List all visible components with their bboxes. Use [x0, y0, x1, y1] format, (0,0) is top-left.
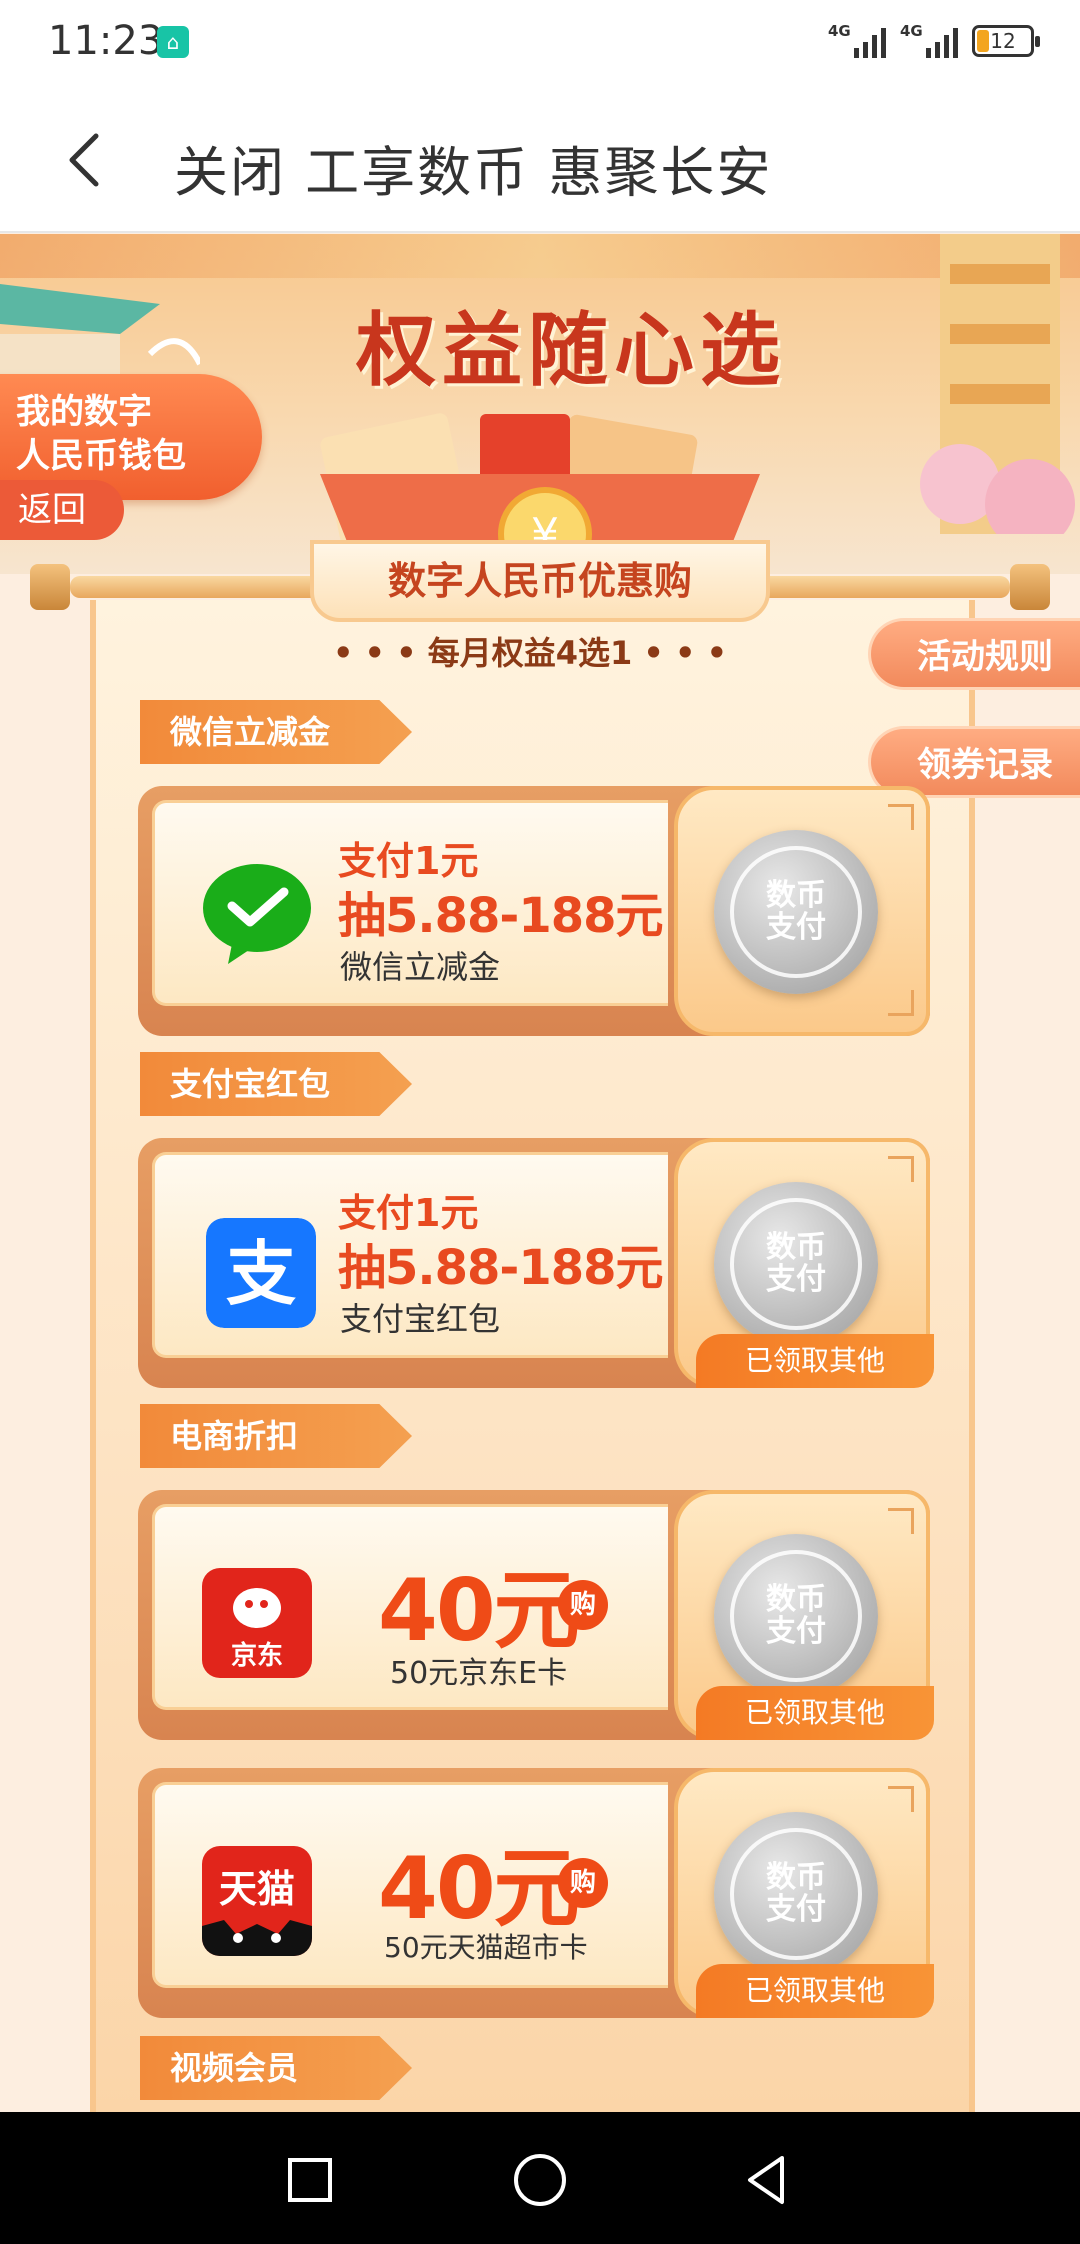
wechat-pay-icon — [203, 864, 311, 964]
jd-icon: 京东 — [202, 1568, 312, 1678]
section-tag-video: 视频会员 — [140, 2036, 412, 2100]
offer-name: 支付宝红包 — [340, 1300, 501, 1338]
digital-currency-pay-button[interactable]: 数币 支付 — [714, 1182, 878, 1346]
status-time: 11:23 — [48, 18, 164, 64]
coupon-card-alipay: 支 支付1元 抽5.88-188元 支付宝红包 数币 支付 已领取其他 — [138, 1138, 934, 1388]
claimed-other-badge: 已领取其他 — [696, 1334, 934, 1388]
pagoda-illustration — [920, 234, 1075, 534]
coupon-card-wechat: 支付1元 抽5.88-188元 微信立减金 数币 支付 — [138, 786, 930, 1036]
status-indicators: 4G 4G 12 — [828, 22, 1040, 58]
back-arrow-icon[interactable] — [58, 130, 118, 190]
section-tag-ecommerce: 电商折扣 — [140, 1404, 412, 1468]
banner-title: 权益随心选 — [356, 303, 786, 397]
wallet-label-line1: 我的数字 — [16, 392, 152, 432]
coupon-card-jd: 京东 40元 购 50元京东E卡 数币 支付 已领取其他 — [138, 1490, 934, 1740]
card-stub: 数币 支付 已领取其他 — [674, 1768, 934, 2018]
home-circle-icon[interactable] — [510, 2150, 570, 2210]
section-ribbon-title: 数字人民币优惠购 — [310, 540, 770, 622]
recents-square-icon[interactable] — [280, 2150, 340, 2210]
section-tag-wechat: 微信立减金 — [140, 700, 412, 764]
offer-name: 50元天猫超市卡 — [384, 1931, 588, 1964]
pay-label-2: 支付 — [766, 910, 826, 945]
jd-logo-text: 京东 — [231, 1640, 283, 1671]
status-bar: 11:23 ⌂ 4G 4G 12 — [0, 0, 1080, 90]
digital-currency-pay-button[interactable]: 数币 支付 — [714, 1812, 878, 1976]
pay-label-2: 支付 — [766, 1892, 826, 1927]
tmall-logo-text: 天猫 — [219, 1867, 295, 1911]
offer-name: 50元京东E卡 — [390, 1656, 568, 1691]
alipay-icon: 支 — [206, 1218, 316, 1328]
pay-label-2: 支付 — [766, 1262, 826, 1297]
home-app-icon: ⌂ — [157, 26, 189, 58]
page-title[interactable]: 关闭 工享数币 惠聚长安 — [174, 128, 772, 207]
digital-currency-pay-button[interactable]: 数币 支付 — [714, 1534, 878, 1698]
offer-price: 40元 — [378, 1839, 580, 1939]
pay-label-1: 数币 — [766, 1582, 826, 1617]
digital-currency-pay-button[interactable]: 数币 支付 — [714, 830, 878, 994]
wallet-label-line2: 人民币钱包 — [16, 436, 186, 476]
signal-icon: 4G — [828, 22, 886, 58]
buy-badge: 购 — [558, 1858, 608, 1908]
monthly-benefit-note: • • • 每月权益4选1 • • • — [332, 634, 728, 672]
offer-line2: 抽5.88-188元 — [338, 888, 664, 944]
return-button[interactable]: 返回 — [0, 480, 124, 540]
offer-line2: 抽5.88-188元 — [338, 1240, 664, 1296]
claimed-other-badge: 已领取其他 — [696, 1964, 934, 2018]
offer-name: 微信立减金 — [340, 948, 501, 986]
signal-icon: 4G — [900, 22, 958, 58]
card-stub: 数币 支付 已领取其他 — [674, 1490, 934, 1740]
battery-level: 12 — [990, 29, 1016, 53]
pay-label-2: 支付 — [766, 1614, 826, 1649]
claimed-other-badge: 已领取其他 — [696, 1686, 934, 1740]
pay-label-1: 数币 — [766, 878, 826, 913]
activity-rules-button[interactable]: 活动规则 — [868, 618, 1080, 690]
pay-label-1: 数币 — [766, 1860, 826, 1895]
card-stub: 数币 支付 — [674, 786, 930, 1036]
section-tag-alipay: 支付宝红包 — [140, 1052, 412, 1116]
system-nav-bar — [0, 2112, 1080, 2244]
back-triangle-icon[interactable] — [738, 2150, 798, 2210]
battery-icon: 12 — [972, 25, 1040, 57]
tmall-icon: 天猫 — [202, 1846, 312, 1956]
pay-label-1: 数币 — [766, 1230, 826, 1265]
network-type-label: 4G — [828, 22, 851, 40]
coupon-card-tmall: 天猫 40元 购 50元天猫超市卡 数币 支付 已领取其他 — [138, 1768, 934, 2018]
network-type-label: 4G — [900, 22, 923, 40]
svg-text:支: 支 — [226, 1233, 296, 1315]
card-stub: 数币 支付 已领取其他 — [674, 1138, 934, 1388]
buy-badge: 购 — [558, 1580, 608, 1630]
offer-price: 40元 — [378, 1561, 580, 1661]
app-header: 关闭 工享数币 惠聚长安 — [0, 90, 1080, 233]
